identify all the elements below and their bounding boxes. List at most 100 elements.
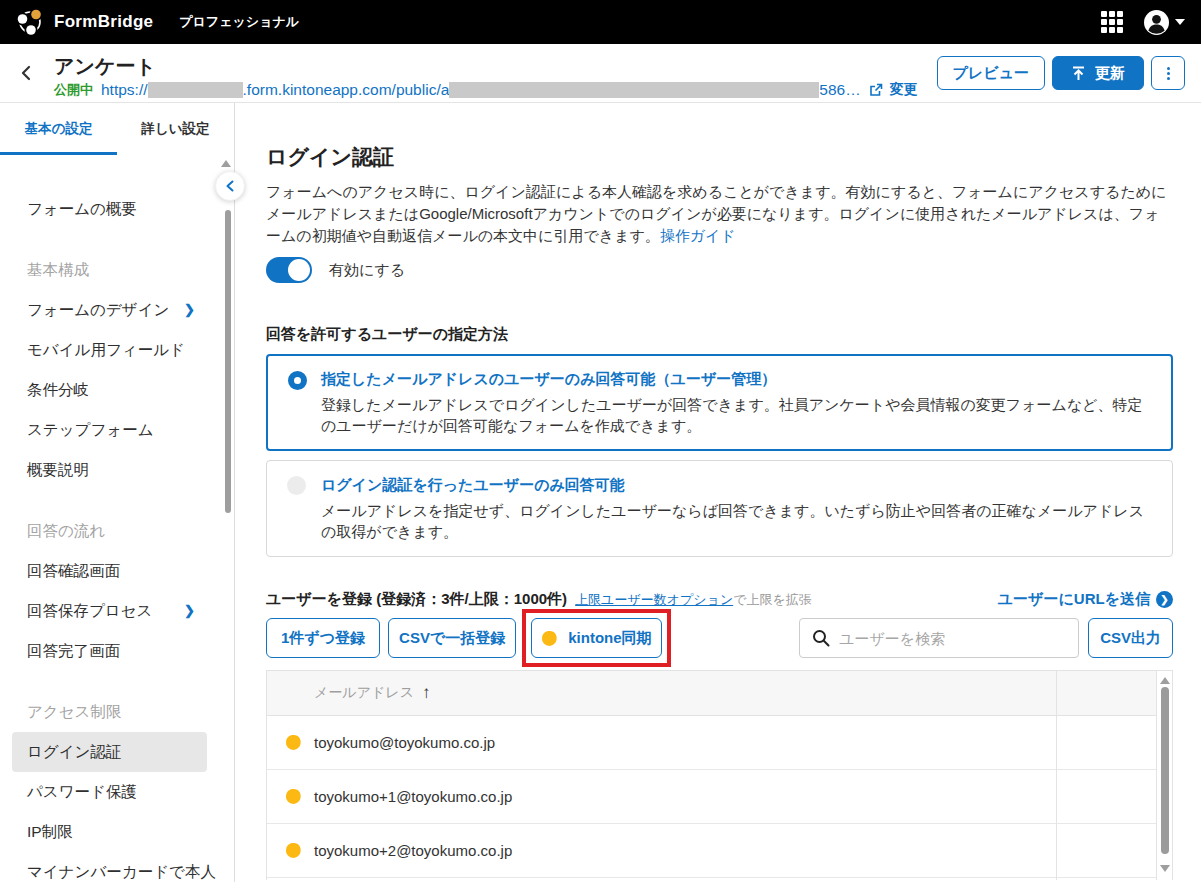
- option-any-logged-in-user[interactable]: ログイン認証を行ったユーザーのみ回答可能 メールアドレスを指定せず、ログインした…: [266, 460, 1173, 557]
- sidebar-item-login-auth[interactable]: ログイン認証: [12, 732, 207, 772]
- limit-option-link[interactable]: 上限ユーザー数オプション: [575, 591, 733, 609]
- public-url[interactable]: https://.form.kintoneapp.com/public/a586…: [101, 81, 861, 99]
- header-actions: プレビュー 更新: [937, 56, 1185, 90]
- table-row[interactable]: toyokumo@toyokumo.co.jp: [267, 716, 1172, 770]
- enable-toggle-row: 有効にする: [266, 257, 1173, 283]
- section-description: フォームへのアクセス時に、ログイン認証による本人確認を求めることができます。有効…: [266, 181, 1173, 247]
- redacted-block: [148, 82, 243, 98]
- chevron-left-icon: [19, 65, 33, 81]
- limit-option-suffix: で上限を拡張: [733, 591, 812, 609]
- radio-unselected-icon[interactable]: [287, 476, 306, 495]
- table-header-row[interactable]: メールアドレス ↑: [267, 671, 1172, 716]
- column-divider: [1056, 671, 1057, 880]
- sidebar-item-password-protection[interactable]: パスワード保護: [0, 772, 234, 812]
- option-title: ログイン認証を行ったユーザーのみ回答可能: [321, 475, 1152, 494]
- option-description: 登録したメールアドレスでログインしたユーザーが回答できます。社員アンケートや会員…: [321, 394, 1151, 436]
- users-table: メールアドレス ↑ toyokumo@toyokumo.co.jp toyoku…: [266, 670, 1173, 880]
- scroll-down-arrow[interactable]: [1160, 865, 1170, 872]
- register-users-row: ユーザーを登録 (登録済：3件/上限：1000件) 上限ユーザー数オプション で…: [266, 590, 1173, 609]
- back-button[interactable]: [14, 61, 38, 85]
- scrollbar-divider: [1156, 671, 1157, 880]
- redacted-block: [449, 82, 819, 98]
- toggle-knob: [288, 259, 310, 281]
- url-suffix: 586…: [819, 81, 860, 99]
- option-specified-users[interactable]: 指定したメールアドレスのユーザーのみ回答可能（ユーザー管理） 登録したメールアド…: [266, 354, 1173, 451]
- user-search-input[interactable]: [839, 630, 1066, 647]
- enable-toggle[interactable]: [266, 257, 312, 283]
- option-title: 指定したメールアドレスのユーザーのみ回答可能（ユーザー管理）: [321, 369, 1151, 388]
- page-title: アンケート: [54, 55, 918, 78]
- table-row[interactable]: toyokumo+2@toyokumo.co.jp: [267, 824, 1172, 878]
- register-single-button[interactable]: 1件ずつ登録: [266, 618, 380, 658]
- section-title: ログイン認証: [266, 145, 1173, 169]
- url-prefix: https://: [101, 81, 148, 99]
- external-link-icon[interactable]: [869, 83, 883, 97]
- email-cell: toyokumo+1@toyokumo.co.jp: [314, 788, 512, 805]
- csv-export-button[interactable]: CSV出力: [1088, 618, 1173, 658]
- search-icon: [812, 629, 830, 647]
- user-search-box: [799, 618, 1079, 658]
- kintone-icon: [285, 788, 302, 805]
- send-url-link[interactable]: ユーザーにURLを送信 ❯: [998, 590, 1173, 609]
- topbar: FormBridge プロフェッショナル: [0, 0, 1201, 44]
- sidebar-item-confirm-screen[interactable]: 回答確認画面: [0, 551, 234, 591]
- more-options-button[interactable]: [1151, 56, 1185, 90]
- update-button[interactable]: 更新: [1052, 56, 1144, 90]
- caret-down-icon: [1175, 19, 1185, 25]
- email-cell: toyokumo@toyokumo.co.jp: [314, 734, 495, 751]
- apps-grid-icon[interactable]: [1101, 11, 1123, 33]
- form-header: アンケート 公開中 https://.form.kintoneapp.com/p…: [0, 44, 1201, 103]
- method-label: 回答を許可するユーザーの指定方法: [266, 325, 1173, 342]
- formbridge-logo[interactable]: [16, 8, 44, 36]
- tab-basic-settings[interactable]: 基本の設定: [0, 103, 117, 155]
- sidebar-item-mynumber-card[interactable]: マイナンバーカードで本人: [0, 852, 234, 882]
- preview-button[interactable]: プレビュー: [937, 56, 1045, 90]
- csv-bulk-register-button[interactable]: CSVで一括登録: [388, 618, 516, 658]
- scroll-up-arrow[interactable]: [1160, 677, 1170, 684]
- user-avatar-icon: [1143, 9, 1170, 36]
- sidebar-collapse-button[interactable]: [215, 171, 245, 201]
- annotation-highlight-box: kintone同期: [522, 609, 670, 667]
- sidebar-scrollbar[interactable]: [225, 210, 231, 513]
- enable-toggle-label: 有効にする: [329, 261, 405, 280]
- sidebar-item-complete-screen[interactable]: 回答完了画面: [0, 631, 234, 671]
- kintone-icon: [541, 630, 558, 647]
- sidebar-section-access-restriction: アクセス制限: [0, 692, 234, 732]
- sidebar-item-mobile-fields[interactable]: モバイル用フィールド: [0, 330, 234, 370]
- chevron-right-icon: ❯: [184, 591, 195, 631]
- chevron-right-icon: ❯: [184, 290, 195, 330]
- sidebar-section-response-flow: 回答の流れ: [0, 511, 234, 551]
- change-url-link[interactable]: 変更: [890, 81, 918, 99]
- sidebar-item-overview-description[interactable]: 概要説明: [0, 450, 234, 490]
- sidebar-item-form-design[interactable]: フォームのデザイン❯: [0, 290, 234, 330]
- table-scrollbar[interactable]: [1157, 671, 1172, 880]
- sidebar-item-save-process[interactable]: 回答保存プロセス ❯: [0, 591, 234, 631]
- topbar-right: [1101, 9, 1185, 36]
- guide-link[interactable]: 操作ガイド: [660, 227, 736, 244]
- radio-selected-icon[interactable]: [288, 371, 307, 390]
- sort-ascending-icon[interactable]: ↑: [422, 683, 431, 703]
- account-menu[interactable]: [1143, 9, 1185, 36]
- tab-advanced-settings[interactable]: 詳しい設定: [117, 103, 234, 155]
- status-published: 公開中: [54, 81, 93, 99]
- update-button-label: 更新: [1095, 64, 1125, 83]
- arrow-circle-icon: ❯: [1156, 591, 1173, 608]
- email-column-header[interactable]: メールアドレス: [314, 684, 414, 702]
- send-url-label: ユーザーにURLを送信: [998, 590, 1150, 609]
- sidebar-item-step-form[interactable]: ステップフォーム: [0, 410, 234, 450]
- url-line: 公開中 https://.form.kintoneapp.com/public/…: [54, 81, 918, 99]
- upload-icon: [1071, 66, 1086, 81]
- option-description: メールアドレスを指定せず、ログインしたユーザーならば回答できます。いたずら防止や…: [321, 500, 1152, 542]
- brand-name: FormBridge: [54, 12, 153, 32]
- sidebar-item-label: 回答保存プロセス: [27, 602, 152, 619]
- register-users-label: ユーザーを登録 (登録済：3件/上限：1000件): [266, 590, 567, 609]
- sidebar-menu: フォームの概要 基本構成 フォームのデザイン❯ モバイル用フィールド 条件分岐 …: [0, 155, 234, 882]
- sidebar-section-basic-structure: 基本構成: [0, 250, 234, 290]
- sidebar-item-form-overview[interactable]: フォームの概要: [0, 189, 234, 229]
- sidebar-scroll-up-arrow[interactable]: [221, 160, 231, 167]
- kintone-sync-button[interactable]: kintone同期: [531, 618, 661, 658]
- sidebar-item-ip-restriction[interactable]: IP制限: [0, 812, 234, 852]
- scroll-thumb[interactable]: [1161, 687, 1169, 854]
- table-row[interactable]: toyokumo+1@toyokumo.co.jp: [267, 770, 1172, 824]
- sidebar-item-conditional-branch[interactable]: 条件分岐: [0, 370, 234, 410]
